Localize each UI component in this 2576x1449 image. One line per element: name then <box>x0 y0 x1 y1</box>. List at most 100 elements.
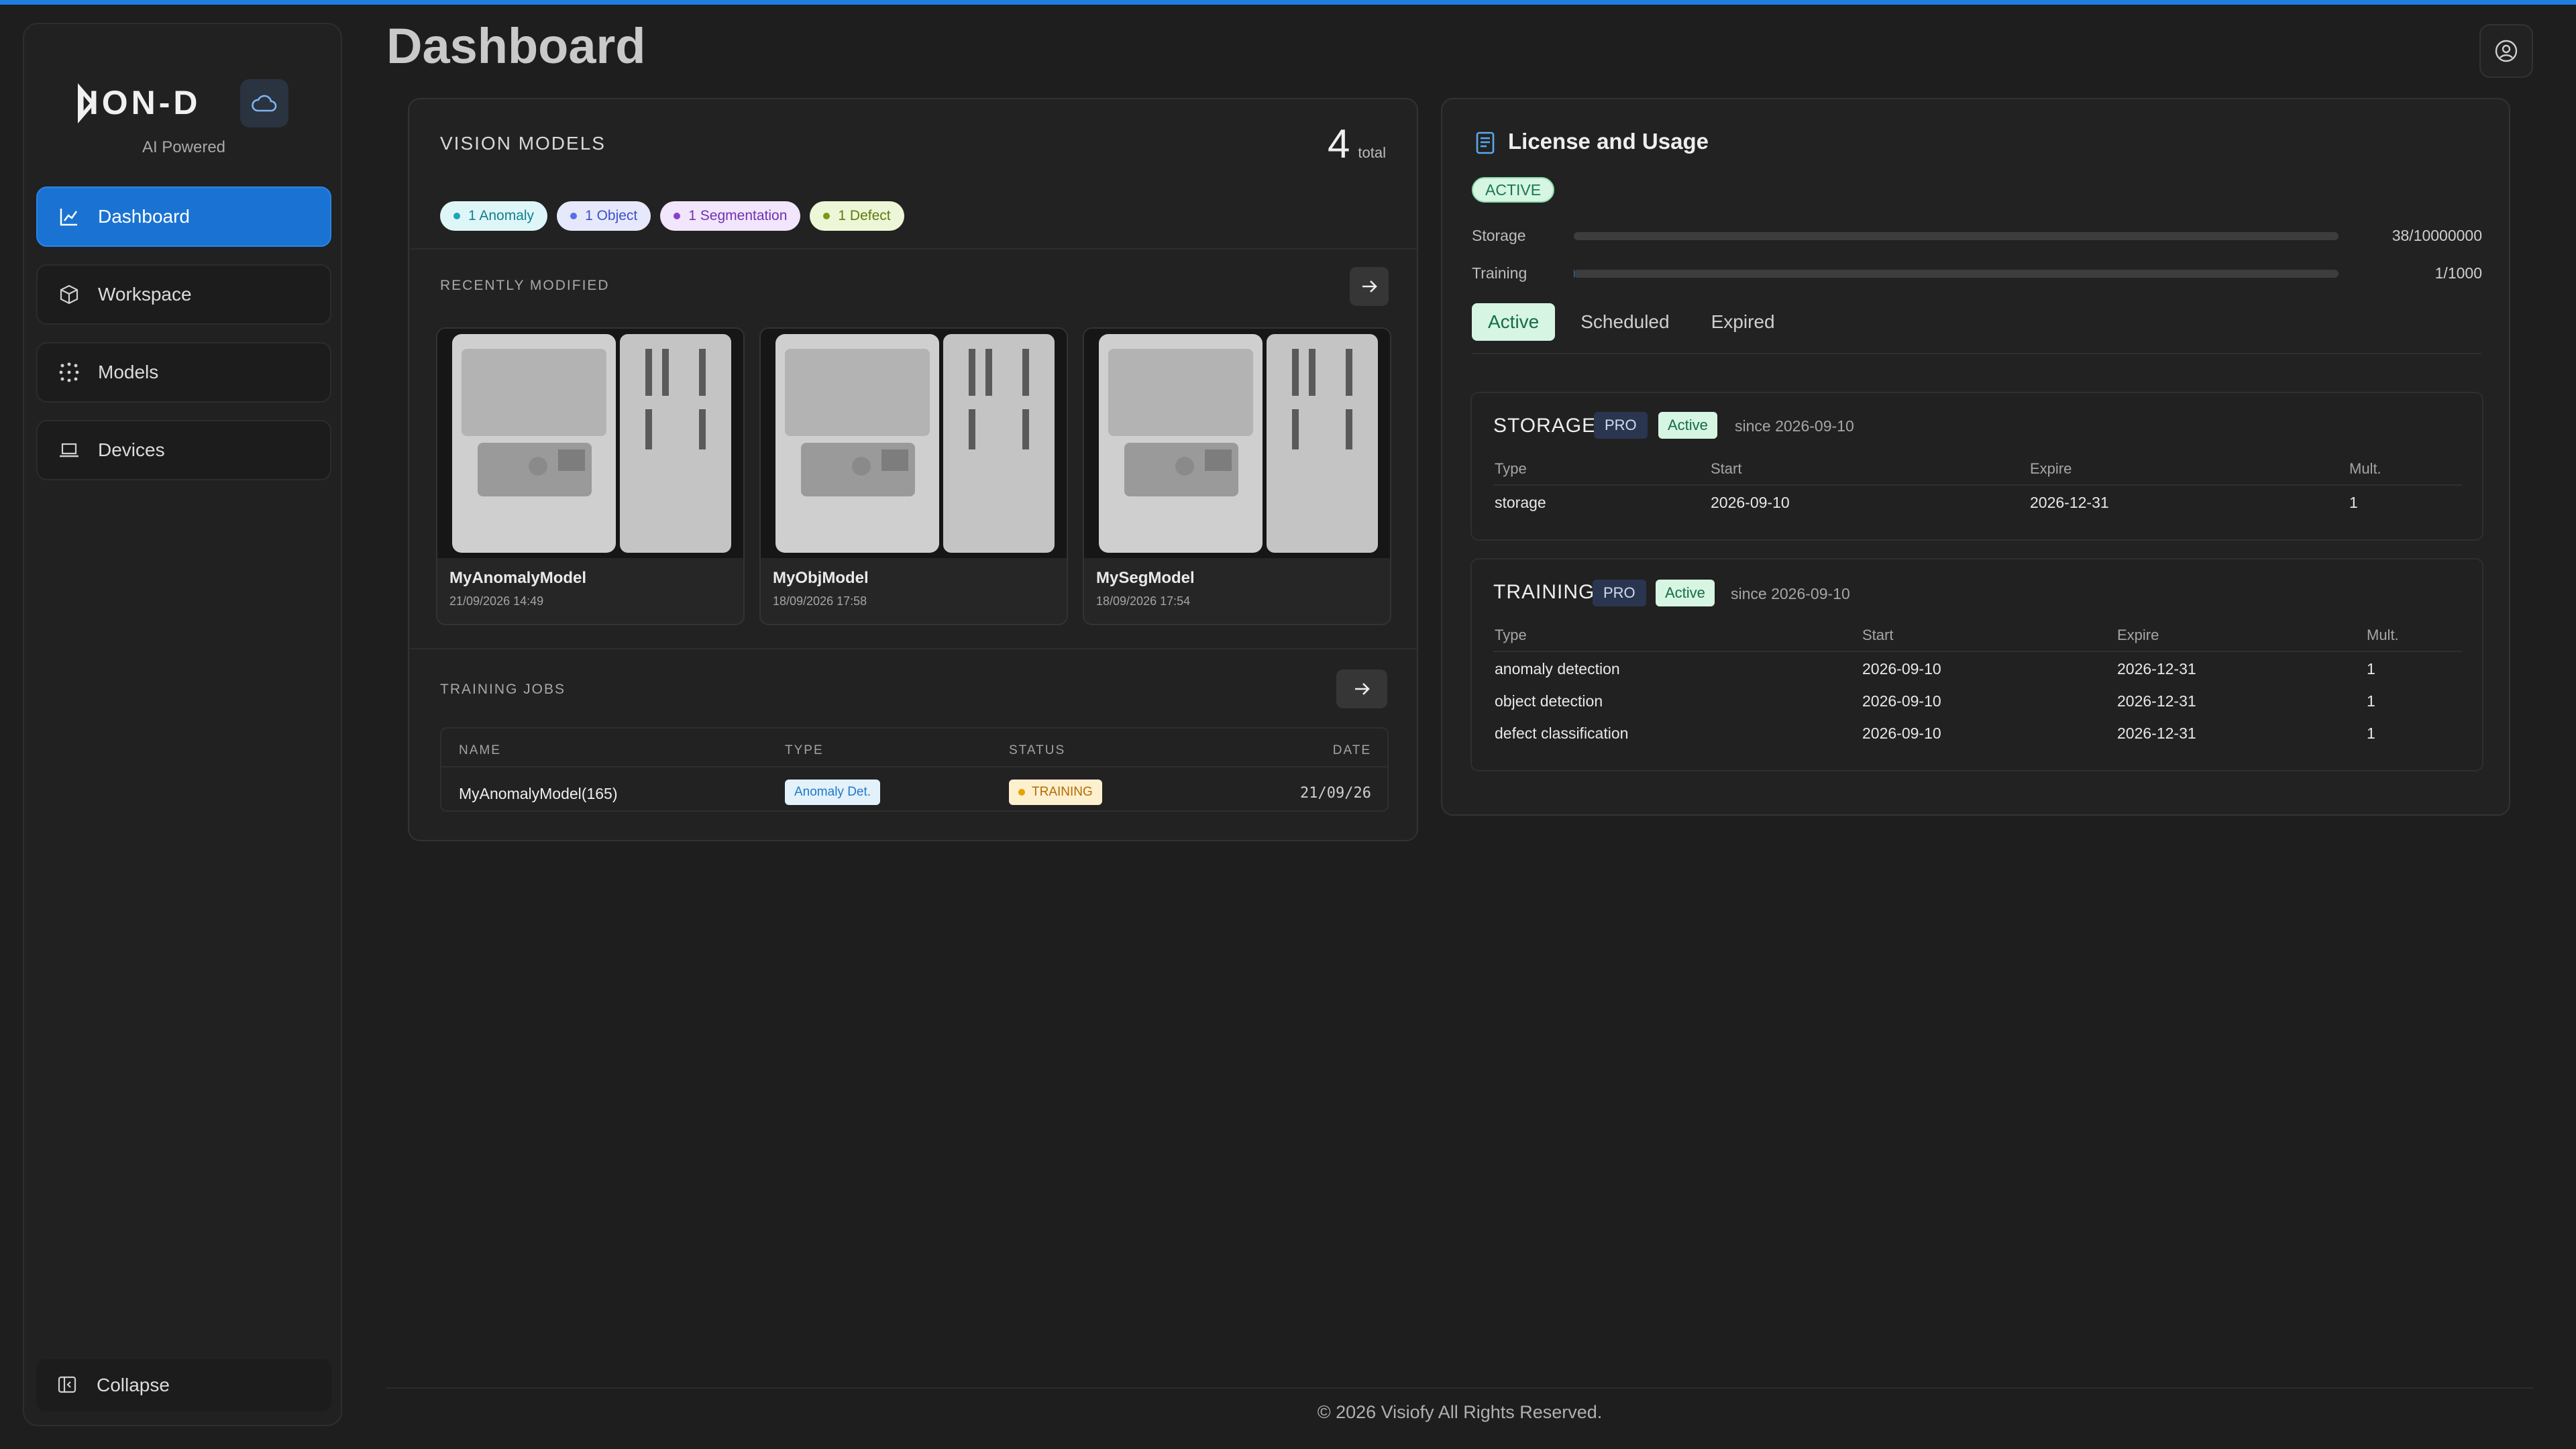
recently-modified-label: RECENTLY MODIFIED <box>440 278 610 293</box>
vision-models-card: VISION MODELS 4 total 1 Anomaly 1 Object… <box>408 98 1418 841</box>
tag-label: 1 Defect <box>838 208 891 223</box>
license-title: License and Usage <box>1508 129 1709 154</box>
row-mult: 1 <box>2367 724 2375 742</box>
model-card[interactable]: MyAnomalyModel 21/09/2026 14:49 <box>436 327 745 625</box>
since-text: since 2026-09-10 <box>1735 417 1854 435</box>
divider <box>1493 484 2462 486</box>
brand-tagline: AI Powered <box>142 138 226 156</box>
sidebar-item-dashboard[interactable]: Dashboard <box>36 186 331 247</box>
since-text: since 2026-09-10 <box>1731 585 1850 602</box>
row-start: 2026-09-10 <box>1862 724 1941 742</box>
column-header-expire: Expire <box>2117 627 2159 643</box>
training-title: TRAINING <box>1493 581 1595 603</box>
license-tabs: Active Scheduled Expired <box>1472 303 1791 341</box>
tab-expired[interactable]: Expired <box>1695 303 1791 341</box>
plan-badge: PRO <box>1593 580 1646 606</box>
row-expire: 2026-12-31 <box>2117 692 2196 710</box>
laptop-icon <box>58 439 80 462</box>
column-header-type: Type <box>1495 460 1527 477</box>
brand-logo: IION-D AI Powered <box>24 59 343 160</box>
model-thumbnail <box>1084 329 1390 558</box>
column-header-status: STATUS <box>1009 743 1066 757</box>
divider <box>409 648 1417 649</box>
column-header-type: TYPE <box>785 743 824 757</box>
collapse-button[interactable]: Collapse <box>36 1359 331 1411</box>
job-status-badge: TRAINING <box>1009 780 1102 805</box>
chart-icon <box>58 205 80 228</box>
models-total-count: 4 <box>1328 121 1350 166</box>
tag-label: 1 Object <box>585 208 638 223</box>
model-name: MyAnomalyModel <box>449 569 587 587</box>
row-expire: 2026-12-31 <box>2117 724 2196 742</box>
cloud-button[interactable] <box>240 79 288 127</box>
storage-usage-label: Storage <box>1472 227 1526 244</box>
storage-usage-value: 38/10000000 <box>2392 227 2482 244</box>
training-jobs-table: NAME TYPE STATUS DATE MyAnomalyModel(165… <box>440 727 1389 812</box>
row-mult: 1 <box>2349 494 2358 511</box>
row-expire: 2026-12-31 <box>2030 494 2109 511</box>
footer-divider <box>386 1387 2533 1389</box>
state-badge: Active <box>1656 580 1715 606</box>
row-type: object detection <box>1495 692 1603 710</box>
divider <box>409 248 1417 250</box>
row-start: 2026-09-10 <box>1711 494 1790 511</box>
collapse-label: Collapse <box>97 1375 170 1395</box>
status-dot-icon <box>1018 789 1025 796</box>
sidebar-item-label: Dashboard <box>98 206 190 227</box>
job-name[interactable]: MyAnomalyModel(165) <box>459 785 617 803</box>
footer-copyright: © 2026 Visiofy All Rights Reserved. <box>1317 1402 1603 1422</box>
row-start: 2026-09-10 <box>1862 692 1941 710</box>
tag-object[interactable]: 1 Object <box>557 201 651 231</box>
row-type: anomaly detection <box>1495 660 1620 678</box>
sidebar-item-devices[interactable]: Devices <box>36 420 331 480</box>
column-header-mult: Mult. <box>2349 460 2381 477</box>
user-menu-button[interactable] <box>2479 24 2533 78</box>
license-usage-card: License and Usage ACTIVE Storage 38/1000… <box>1441 98 2510 816</box>
brand-name: IION-D <box>76 84 201 121</box>
column-header-name: NAME <box>459 743 501 757</box>
tag-segmentation[interactable]: 1 Segmentation <box>660 201 801 231</box>
dot-icon <box>453 213 460 219</box>
training-see-all-button[interactable] <box>1336 669 1387 708</box>
dot-icon <box>570 213 578 219</box>
cloud-icon <box>252 95 277 112</box>
sidebar-item-models[interactable]: Models <box>36 342 331 402</box>
row-mult: 1 <box>2367 692 2375 710</box>
model-name: MyObjModel <box>773 569 869 587</box>
model-date: 18/09/2026 17:54 <box>1096 594 1191 608</box>
tag-anomaly[interactable]: 1 Anomaly <box>440 201 548 231</box>
training-usage-label: Training <box>1472 264 1527 282</box>
recent-see-all-button[interactable] <box>1350 267 1389 306</box>
row-start: 2026-09-10 <box>1862 660 1941 678</box>
cube-icon <box>58 283 80 306</box>
user-circle-icon <box>2495 40 2518 62</box>
row-type: storage <box>1495 494 1546 511</box>
tab-scheduled[interactable]: Scheduled <box>1564 303 1685 341</box>
dot-icon <box>674 213 681 219</box>
model-card[interactable]: MySegModel 18/09/2026 17:54 <box>1083 327 1391 625</box>
column-header-mult: Mult. <box>2367 627 2399 643</box>
recent-models-list: MyAnomalyModel 21/09/2026 14:49 MyObjMod… <box>436 327 1391 625</box>
arrow-right-icon <box>1355 683 1370 695</box>
divider <box>1493 651 2462 652</box>
tag-label: 1 Segmentation <box>688 208 788 223</box>
vision-models-title: VISION MODELS <box>440 133 606 154</box>
dots-icon <box>58 361 80 384</box>
sidebar: IION-D AI Powered Dashboard Workspace Mo… <box>23 23 342 1426</box>
column-header-expire: Expire <box>2030 460 2072 477</box>
tab-active[interactable]: Active <box>1472 303 1556 341</box>
plan-badge: PRO <box>1594 412 1648 439</box>
sidebar-item-label: Devices <box>98 439 165 460</box>
model-thumbnail <box>761 329 1067 558</box>
tag-defect[interactable]: 1 Defect <box>810 201 904 231</box>
divider <box>441 766 1387 767</box>
sidebar-item-workspace[interactable]: Workspace <box>36 264 331 325</box>
training-license-card: TRAINING PRO Active since 2026-09-10 Typ… <box>1470 558 2483 771</box>
tabs-underline <box>1472 353 2482 354</box>
arrow-right-icon <box>1362 280 1377 292</box>
row-type: defect classification <box>1495 724 1629 742</box>
model-date: 21/09/2026 14:49 <box>449 594 544 608</box>
job-date: 21/09/26 <box>1300 785 1371 802</box>
model-card[interactable]: MyObjModel 18/09/2026 17:58 <box>759 327 1068 625</box>
training-jobs-label: TRAINING JOBS <box>440 682 566 697</box>
